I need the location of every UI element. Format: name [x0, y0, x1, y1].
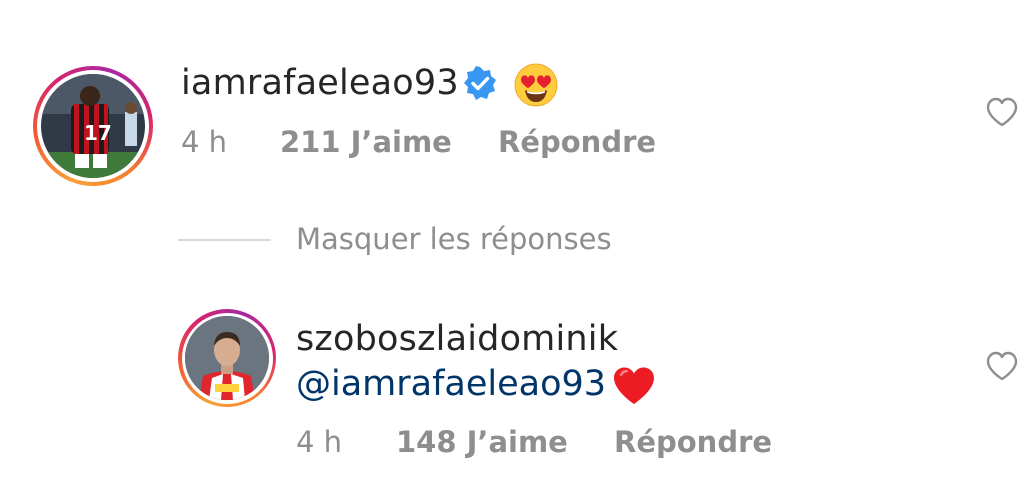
reply-mention-link[interactable]: @iamrafaeleao93: [296, 364, 606, 404]
avatar-story-ring[interactable]: [178, 309, 276, 407]
red-heart-emoji-icon: [614, 367, 654, 404]
verified-badge-icon: [464, 66, 496, 100]
svg-text:17: 17: [84, 121, 112, 145]
comment-reply-button[interactable]: Répondre: [498, 125, 656, 159]
reply-like-count[interactable]: 148 J’aime: [396, 425, 568, 459]
avatar-image-leao: 17: [41, 74, 145, 178]
avatar[interactable]: [185, 316, 269, 400]
avatar-story-ring[interactable]: 17: [33, 66, 153, 186]
heart-outline-icon[interactable]: [985, 350, 1019, 382]
reply-time: 4 h: [296, 425, 343, 459]
reply-reply-button[interactable]: Répondre: [614, 425, 772, 459]
avatar-image-szoboszlai: [185, 316, 269, 400]
heart-outline-icon[interactable]: [985, 96, 1019, 128]
hide-replies-button[interactable]: Masquer les réponses: [296, 222, 612, 256]
comment-username[interactable]: iamrafaeleao93: [181, 63, 459, 103]
comment-like-count[interactable]: 211 J’aime: [280, 125, 452, 159]
avatar[interactable]: 17: [41, 74, 145, 178]
reply-username[interactable]: szoboszlaidominik: [296, 319, 618, 359]
comment-time: 4 h: [181, 125, 228, 159]
thread-divider: [178, 239, 271, 241]
heart-eyes-emoji-icon: [514, 63, 558, 107]
